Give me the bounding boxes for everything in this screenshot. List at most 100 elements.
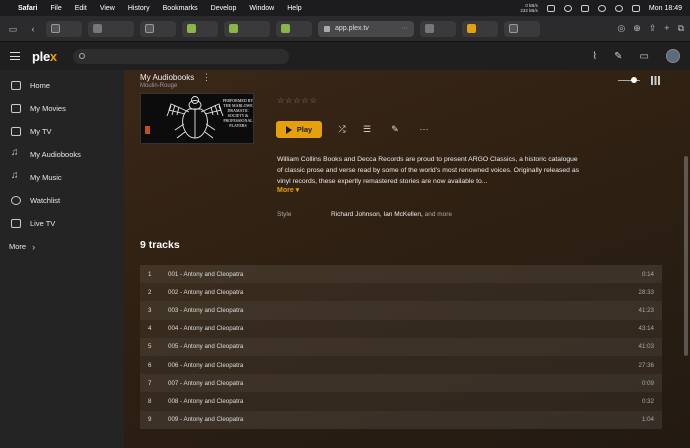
- sidebar-item-my-music[interactable]: My Music: [0, 166, 124, 189]
- status-area: 0 kB/s 232 kB/s Mon 18:49: [520, 3, 682, 13]
- library-link[interactable]: My Audiobooks: [140, 73, 194, 82]
- music-note-icon: [11, 147, 21, 159]
- track-row[interactable]: 8 008 - Antony and Cleopatra 0:32: [140, 392, 662, 411]
- film-icon: [11, 104, 21, 113]
- style-and-more[interactable]: and more: [423, 211, 452, 218]
- album-cover[interactable]: PERFORMED BY THE MARLOWE DRAMATIC SOCIET…: [140, 93, 254, 144]
- sidebar-item-watchlist[interactable]: Watchlist: [0, 189, 124, 212]
- more-actions-icon[interactable]: ···: [417, 123, 431, 136]
- browser-toolbar: ▭ ‹ app.plex.tv ··· ◎ ⊕ ⇪ + ⧉: [0, 16, 690, 42]
- tab-favicon-icon: [281, 24, 290, 33]
- tab-favicon-icon: [467, 24, 476, 33]
- track-title[interactable]: 006 - Antony and Cleopatra: [168, 362, 639, 369]
- style-names[interactable]: Richard Johnson, Ian McKellen,: [331, 211, 423, 218]
- plex-logo[interactable]: plex: [32, 49, 57, 64]
- home-icon: [11, 81, 21, 90]
- track-title[interactable]: 009 - Antony and Cleopatra: [168, 416, 642, 423]
- tracks-heading: 9 tracks: [140, 239, 180, 251]
- shield-icon[interactable]: [563, 4, 572, 12]
- track-row[interactable]: 6 006 - Antony and Cleopatra 27:36: [140, 355, 662, 375]
- wifi-icon[interactable]: [597, 4, 606, 12]
- track-title[interactable]: 005 - Antony and Cleopatra: [168, 343, 639, 350]
- network-down: 232 kB/s: [520, 8, 538, 13]
- more-options-icon[interactable]: ⋮: [202, 72, 211, 83]
- download-icon[interactable]: ⊕: [633, 23, 641, 34]
- sidebar-more[interactable]: More ›: [0, 235, 124, 258]
- menu-help[interactable]: Help: [287, 5, 301, 12]
- search-input[interactable]: [72, 48, 289, 64]
- settings-wrench-icon[interactable]: ✎: [614, 51, 622, 62]
- control-center-icon[interactable]: [631, 4, 640, 12]
- summary-more-link[interactable]: More ▾: [277, 186, 299, 194]
- back-icon[interactable]: ‹: [26, 23, 40, 35]
- edit-icon[interactable]: ✎: [388, 123, 402, 136]
- track-number: 2: [148, 288, 152, 296]
- search-icon: [78, 53, 85, 59]
- browser-tab[interactable]: [276, 20, 312, 37]
- track-title[interactable]: 004 - Antony and Cleopatra: [168, 325, 639, 332]
- sidebar-item-my-movies[interactable]: My Movies: [0, 97, 124, 120]
- screen-icon[interactable]: [546, 4, 555, 12]
- new-tab-icon[interactable]: +: [664, 23, 669, 34]
- track-title[interactable]: 001 - Antony and Cleopatra: [168, 271, 642, 278]
- track-row[interactable]: 4 004 - Antony and Cleopatra 43:14: [140, 319, 662, 338]
- sidebar-toggle-icon[interactable]: ▭: [6, 23, 20, 35]
- track-title[interactable]: 002 - Antony and Cleopatra: [168, 289, 639, 296]
- track-row[interactable]: 3 003 - Antony and Cleopatra 41:23: [140, 301, 662, 320]
- spotlight-icon[interactable]: [614, 4, 623, 12]
- track-row[interactable]: 1 001 - Antony and Cleopatra 0:14: [140, 265, 662, 284]
- add-to-queue-icon[interactable]: ☰: [360, 123, 374, 136]
- tab-favicon-icon: [93, 24, 102, 33]
- menu-view[interactable]: View: [100, 5, 115, 12]
- browser-tab[interactable]: [88, 20, 134, 37]
- track-row[interactable]: 9 009 - Antony and Cleopatra 1:04: [140, 410, 662, 429]
- menu-app-name[interactable]: Safari: [18, 5, 37, 12]
- menu-bookmarks[interactable]: Bookmarks: [163, 5, 198, 12]
- grid-view-icon[interactable]: [651, 76, 660, 85]
- shuffle-icon[interactable]: ⤮: [335, 123, 349, 136]
- tab-favicon-icon: [145, 24, 154, 33]
- menu-develop[interactable]: Develop: [211, 5, 237, 12]
- track-row[interactable]: 2 002 - Antony and Cleopatra 28:33: [140, 283, 662, 302]
- sidebar-item-my-tv[interactable]: My TV: [0, 120, 124, 143]
- browser-tab[interactable]: [46, 20, 82, 37]
- album-artist[interactable]: Moulin-Rouge: [140, 83, 177, 89]
- tab-more-icon[interactable]: ···: [401, 25, 408, 32]
- track-row[interactable]: 5 005 - Antony and Cleopatra 41:03: [140, 337, 662, 356]
- track-title[interactable]: 007 - Antony and Cleopatra: [168, 380, 642, 387]
- menu-edit[interactable]: Edit: [75, 5, 87, 12]
- browser-tab[interactable]: [224, 20, 270, 37]
- menu-icon[interactable]: [10, 52, 20, 60]
- star-rating[interactable]: ☆☆☆☆☆: [277, 96, 318, 105]
- browser-tab[interactable]: [462, 20, 498, 37]
- scrollbar[interactable]: [684, 156, 688, 356]
- address-bar[interactable]: app.plex.tv ···: [318, 20, 414, 37]
- browser-tab[interactable]: [420, 20, 456, 37]
- sidebar-item-live-tv[interactable]: Live TV: [0, 212, 124, 235]
- track-title[interactable]: 003 - Antony and Cleopatra: [168, 307, 639, 314]
- tab-overview-icon[interactable]: ⧉: [678, 23, 684, 34]
- cast-icon[interactable]: ▭: [640, 51, 649, 62]
- menu-history[interactable]: History: [128, 5, 150, 12]
- track-title[interactable]: 008 - Antony and Cleopatra: [168, 398, 642, 405]
- avatar[interactable]: [666, 49, 680, 63]
- style-value[interactable]: Richard Johnson, Ian McKellen, and more: [331, 211, 452, 218]
- sidebar-item-my-audiobooks[interactable]: My Audiobooks: [0, 143, 124, 166]
- menu-file[interactable]: File: [50, 5, 61, 12]
- browser-tab[interactable]: [504, 20, 540, 37]
- extension-icon[interactable]: ◎: [617, 23, 625, 34]
- tab-favicon-icon: [187, 24, 196, 33]
- tab-favicon-icon: [229, 24, 238, 33]
- menu-window[interactable]: Window: [249, 5, 274, 12]
- browser-tab[interactable]: [140, 20, 176, 37]
- track-row[interactable]: 7 007 - Antony and Cleopatra 0:09: [140, 374, 662, 393]
- battery-icon[interactable]: [580, 4, 589, 12]
- sidebar-item-home[interactable]: Home: [0, 74, 124, 97]
- sidebar-item-label: Home: [30, 81, 51, 90]
- clock[interactable]: Mon 18:49: [649, 5, 682, 12]
- play-button[interactable]: Play: [276, 121, 322, 138]
- browser-tab[interactable]: [182, 20, 218, 37]
- share-icon[interactable]: ⇪: [649, 23, 657, 34]
- activity-icon[interactable]: ⌇: [592, 51, 597, 62]
- zoom-slider[interactable]: [618, 77, 640, 83]
